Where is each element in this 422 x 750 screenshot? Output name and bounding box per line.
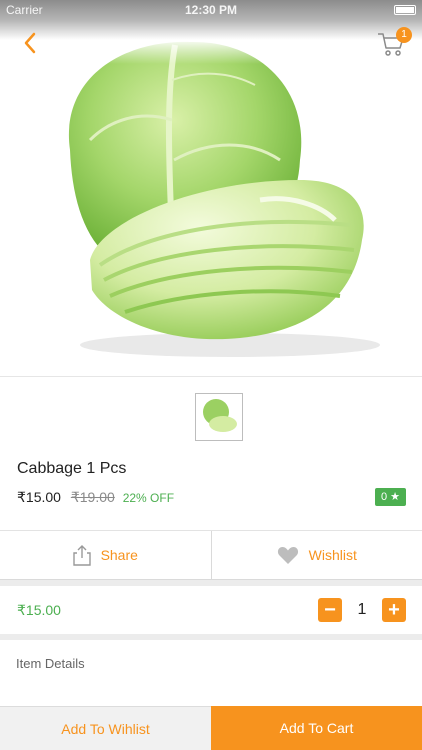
item-details-section[interactable]: Item Details <box>0 640 422 706</box>
share-button[interactable]: Share <box>0 531 211 579</box>
heart-icon <box>277 547 298 564</box>
decrease-quantity-button[interactable]: − <box>318 598 342 622</box>
product-mrp: ₹19.00 <box>70 489 115 505</box>
back-button[interactable] <box>16 28 46 58</box>
cabbage-thumbnail-icon <box>203 399 237 432</box>
quantity-stepper: − 1 + <box>318 598 406 622</box>
quantity-row: ₹15.00 − 1 + <box>0 586 422 634</box>
cart-count-badge: 1 <box>396 27 412 43</box>
battery-icon <box>394 5 416 15</box>
add-to-cart-button[interactable]: Add To Cart <box>211 706 422 750</box>
chevron-left-icon <box>24 32 36 54</box>
wishlist-button[interactable]: Wishlist <box>210 531 422 579</box>
wishlist-label: Wishlist <box>308 547 357 563</box>
status-time: 12:30 PM <box>184 3 238 17</box>
thumbnail-item[interactable] <box>195 393 243 441</box>
increase-quantity-button[interactable]: + <box>382 598 406 622</box>
product-title: Cabbage 1 Pcs <box>17 460 127 477</box>
status-bar: Carrier 12:30 PM <box>0 0 422 20</box>
thumbnail-strip <box>0 376 422 454</box>
share-label: Share <box>100 547 138 563</box>
discount-label: 22% OFF <box>122 491 175 505</box>
action-row: Share Wishlist <box>0 530 422 580</box>
price-row: ₹15.00 ₹19.00 22% OFF <box>17 489 174 506</box>
product-price: ₹15.00 <box>17 489 61 505</box>
bottom-bar: Add To Wihlist Add To Cart <box>0 706 422 750</box>
add-to-wishlist-button[interactable]: Add To Wihlist <box>0 706 211 750</box>
line-price: ₹15.00 <box>17 602 61 618</box>
product-info: Cabbage 1 Pcs ₹15.00 ₹19.00 22% OFF 0 ★ <box>0 454 422 530</box>
rating-badge: 0 ★ <box>374 488 406 506</box>
quantity-value: 1 <box>357 601 367 618</box>
share-icon <box>72 545 91 566</box>
item-details-label: Item Details <box>16 656 85 671</box>
